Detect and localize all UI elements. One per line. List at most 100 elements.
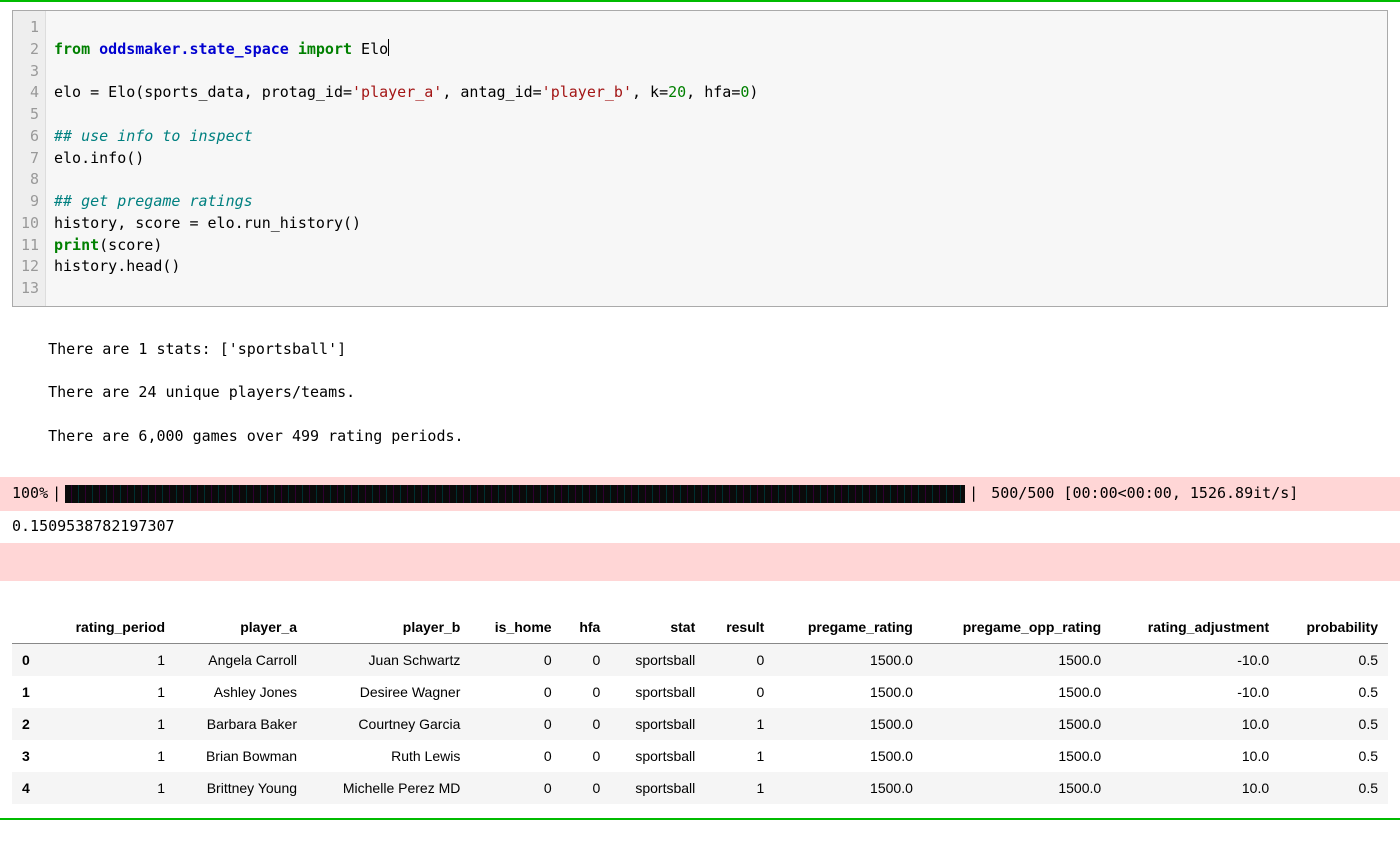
table-row: 31Brian BowmanRuth Lewis00sportsball1150… xyxy=(12,740,1388,772)
table-cell: 10.0 xyxy=(1111,740,1279,772)
output-line: There are 1 stats: ['sportsball'] xyxy=(48,340,346,358)
notebook-cell-container: 1 2 3 4 5 6 7 8 9 10 11 12 13 from oddsm… xyxy=(0,0,1400,820)
table-cell: sportsball xyxy=(610,772,705,804)
table-cell: 1500.0 xyxy=(774,772,923,804)
progress-stats: 500/500 [00:00<00:00, 1526.89it/s] xyxy=(982,483,1298,505)
table-cell: 1 xyxy=(45,708,175,740)
stderr-blank-output xyxy=(0,543,1400,581)
code-cell[interactable]: 1 2 3 4 5 6 7 8 9 10 11 12 13 from oddsm… xyxy=(12,10,1388,307)
output-line: There are 6,000 games over 499 rating pe… xyxy=(48,427,463,445)
table-cell: Barbara Baker xyxy=(175,708,307,740)
line-number-gutter: 1 2 3 4 5 6 7 8 9 10 11 12 13 xyxy=(13,11,46,306)
table-cell: 1500.0 xyxy=(923,676,1111,708)
table-row: 01Angela CarrollJuan Schwartz00sportsbal… xyxy=(12,643,1388,676)
line-number: 12 xyxy=(17,256,39,278)
table-cell: 10.0 xyxy=(1111,772,1279,804)
progress-pipe: | xyxy=(969,483,978,505)
table-cell: 0.5 xyxy=(1279,708,1388,740)
dataframe-output: rating_periodplayer_aplayer_bis_homehfas… xyxy=(12,611,1388,804)
line-number: 10 xyxy=(17,213,39,235)
line-number: 3 xyxy=(17,61,39,83)
table-column-header: stat xyxy=(610,611,705,644)
table-cell: 0.5 xyxy=(1279,643,1388,676)
table-cell: sportsball xyxy=(610,643,705,676)
table-cell: 0 xyxy=(470,643,561,676)
table-cell: 1500.0 xyxy=(774,708,923,740)
stderr-progress-output: 100%|| 500/500 [00:00<00:00, 1526.89it/s… xyxy=(0,477,1400,511)
table-column-header: is_home xyxy=(470,611,561,644)
table-cell: 1500.0 xyxy=(923,740,1111,772)
table-header-row: rating_periodplayer_aplayer_bis_homehfas… xyxy=(12,611,1388,644)
table-cell: 0 xyxy=(470,708,561,740)
table-cell: 1 xyxy=(45,643,175,676)
line-number: 13 xyxy=(17,278,39,300)
table-cell: 0 xyxy=(562,772,611,804)
table-column-header: pregame_opp_rating xyxy=(923,611,1111,644)
table-cell: 0 xyxy=(470,676,561,708)
table-cell: Michelle Perez MD xyxy=(307,772,470,804)
table-cell: 0 xyxy=(705,676,774,708)
table-row-index: 1 xyxy=(12,676,45,708)
table-cell: 1 xyxy=(705,708,774,740)
code-editor[interactable]: from oddsmaker.state_space import Elo el… xyxy=(46,11,1387,306)
table-cell: 0 xyxy=(470,772,561,804)
table-cell: Courtney Garcia xyxy=(307,708,470,740)
table-column-header: player_a xyxy=(175,611,307,644)
table-cell: 0.5 xyxy=(1279,740,1388,772)
table-cell: Ruth Lewis xyxy=(307,740,470,772)
table-cell: 1 xyxy=(45,772,175,804)
line-number: 11 xyxy=(17,235,39,257)
table-cell: 1500.0 xyxy=(774,643,923,676)
table-cell: 10.0 xyxy=(1111,708,1279,740)
table-column-header: hfa xyxy=(562,611,611,644)
table-row-index: 3 xyxy=(12,740,45,772)
dataframe-table: rating_periodplayer_aplayer_bis_homehfas… xyxy=(12,611,1388,804)
progress-pipe: | xyxy=(52,483,61,505)
table-column-header: rating_adjustment xyxy=(1111,611,1279,644)
table-cell: Brittney Young xyxy=(175,772,307,804)
table-cell: 0.5 xyxy=(1279,676,1388,708)
table-cell: 0 xyxy=(562,740,611,772)
table-column-header: rating_period xyxy=(45,611,175,644)
line-number: 4 xyxy=(17,82,39,104)
table-column-header: probability xyxy=(1279,611,1388,644)
line-number: 5 xyxy=(17,104,39,126)
line-number: 9 xyxy=(17,191,39,213)
line-number: 1 xyxy=(17,17,39,39)
table-cell: sportsball xyxy=(610,708,705,740)
stdout-score-output: 0.1509538782197307 xyxy=(0,511,1400,537)
table-cell: -10.0 xyxy=(1111,643,1279,676)
table-cell: -10.0 xyxy=(1111,676,1279,708)
table-cell: 0 xyxy=(562,708,611,740)
table-cell: 0.5 xyxy=(1279,772,1388,804)
table-cell: 1 xyxy=(45,676,175,708)
table-cell: sportsball xyxy=(610,740,705,772)
progress-percent: 100% xyxy=(12,483,48,505)
table-cell: 0 xyxy=(562,643,611,676)
table-cell: Brian Bowman xyxy=(175,740,307,772)
table-cell: 1500.0 xyxy=(923,643,1111,676)
table-row-index: 4 xyxy=(12,772,45,804)
table-row-index: 0 xyxy=(12,643,45,676)
line-number: 8 xyxy=(17,169,39,191)
output-line: There are 24 unique players/teams. xyxy=(48,383,355,401)
table-row: 41Brittney YoungMichelle Perez MD00sport… xyxy=(12,772,1388,804)
table-row-index: 2 xyxy=(12,708,45,740)
score-value: 0.1509538782197307 xyxy=(12,517,175,535)
line-number: 6 xyxy=(17,126,39,148)
table-column-header: player_b xyxy=(307,611,470,644)
table-cell: Juan Schwartz xyxy=(307,643,470,676)
table-cell: 0 xyxy=(705,643,774,676)
table-row: 21Barbara BakerCourtney Garcia00sportsba… xyxy=(12,708,1388,740)
table-cell: Ashley Jones xyxy=(175,676,307,708)
table-column-header: pregame_rating xyxy=(774,611,923,644)
table-corner-cell xyxy=(12,611,45,644)
stdout-output: There are 1 stats: ['sportsball'] There … xyxy=(0,313,1400,473)
table-cell: 0 xyxy=(470,740,561,772)
table-cell: Desiree Wagner xyxy=(307,676,470,708)
table-cell: Angela Carroll xyxy=(175,643,307,676)
table-cell: 1 xyxy=(705,740,774,772)
table-cell: 1 xyxy=(45,740,175,772)
table-cell: 1500.0 xyxy=(774,740,923,772)
table-column-header: result xyxy=(705,611,774,644)
